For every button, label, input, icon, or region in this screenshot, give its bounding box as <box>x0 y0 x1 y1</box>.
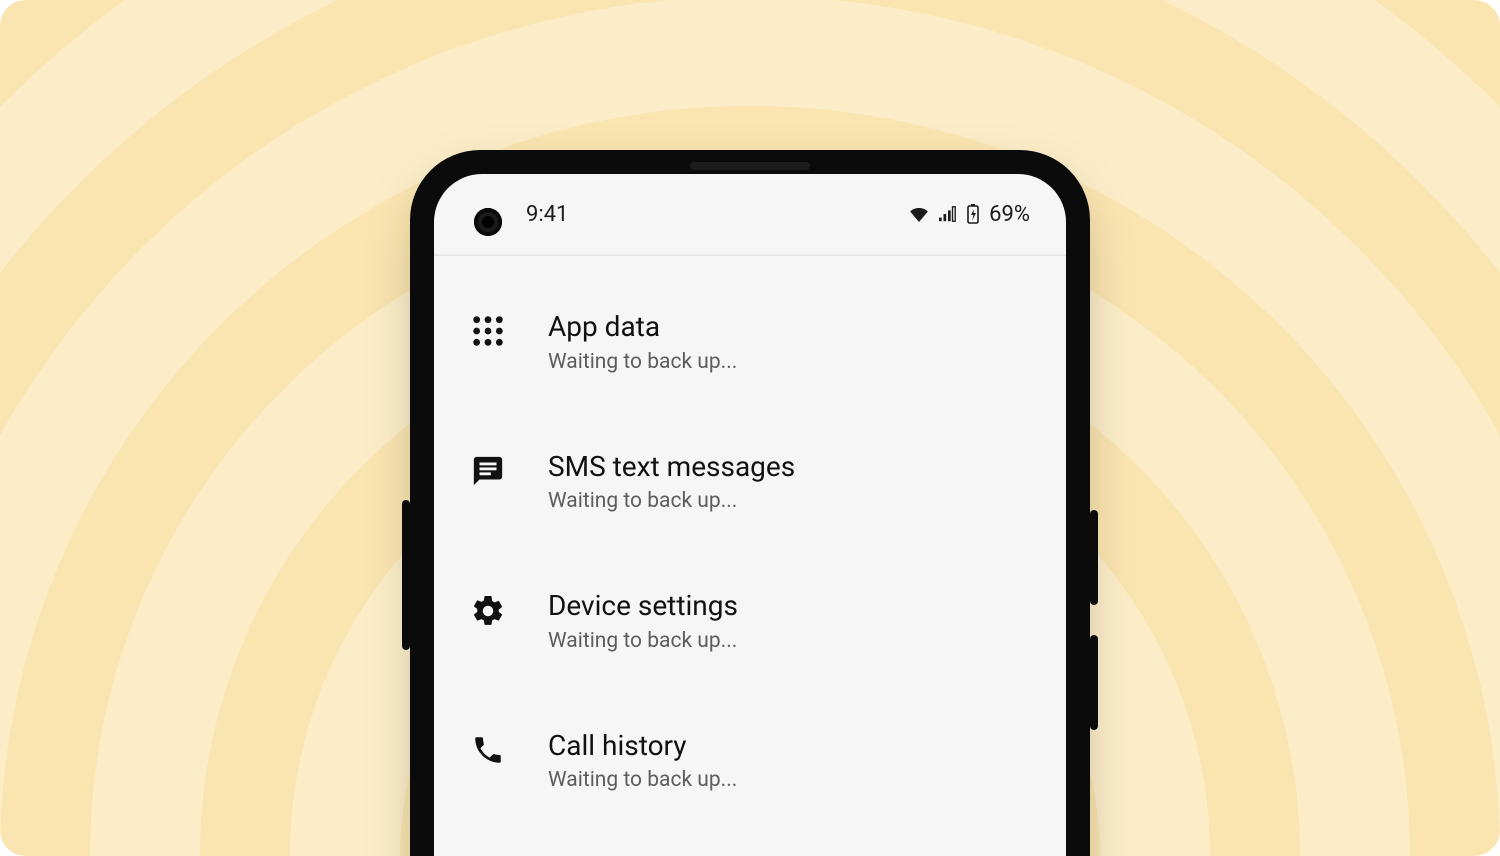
phone-icon <box>464 729 512 767</box>
cellular-signal-icon <box>939 206 957 222</box>
phone-volume-down-button <box>1090 635 1098 730</box>
backup-item-device-settings[interactable]: Device settings Waiting to back up... <box>464 563 1036 703</box>
phone-volume-up-button <box>1090 510 1098 605</box>
battery-percent: 69% <box>989 202 1030 227</box>
promo-canvas: 9:41 <box>0 0 1500 856</box>
backup-item-subtitle: Waiting to back up... <box>548 489 1036 513</box>
status-bar: 9:41 <box>434 174 1066 254</box>
backup-item-call-history[interactable]: Call history Waiting to back up... <box>464 703 1036 843</box>
backup-item-subtitle: Waiting to back up... <box>548 629 1036 653</box>
backup-item-title: SMS text messages <box>548 450 1036 484</box>
status-indicators: 69% <box>909 202 1030 227</box>
battery-icon <box>967 204 979 224</box>
header-divider <box>434 254 1066 256</box>
phone-screen: 9:41 <box>434 174 1066 856</box>
backup-item-title: Device settings <box>548 589 1036 623</box>
phone-frame: 9:41 <box>410 150 1090 856</box>
gear-icon <box>464 589 512 629</box>
apps-icon <box>464 310 512 348</box>
backup-item-title: App data <box>548 310 1036 344</box>
phone-power-button <box>402 500 410 650</box>
phone-speaker <box>690 162 810 170</box>
backup-item-title: Call history <box>548 729 1036 763</box>
backup-item-sms[interactable]: SMS text messages Waiting to back up... <box>464 424 1036 564</box>
wifi-icon <box>909 206 929 222</box>
backup-item-app-data[interactable]: App data Waiting to back up... <box>464 284 1036 424</box>
message-icon <box>464 450 512 488</box>
backup-item-subtitle: Waiting to back up... <box>548 768 1036 792</box>
backup-list: App data Waiting to back up... <box>434 284 1066 842</box>
status-time: 9:41 <box>526 202 568 227</box>
backup-item-subtitle: Waiting to back up... <box>548 350 1036 374</box>
